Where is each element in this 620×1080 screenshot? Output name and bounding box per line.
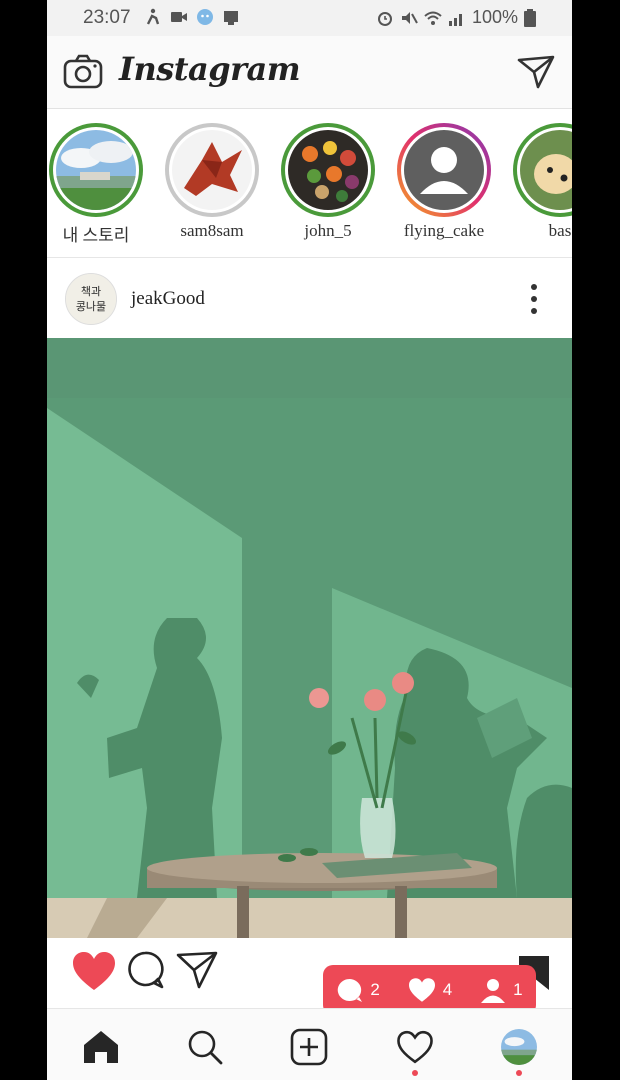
stories-tray[interactable]: 내 스토리 sam8sam john_5 flying_cake bas <box>47 109 572 258</box>
add-post-icon[interactable] <box>289 1027 329 1067</box>
more-options-icon[interactable] <box>526 282 542 316</box>
cast-icon <box>224 11 238 25</box>
story-ring <box>397 123 491 217</box>
comment-bubble-icon <box>338 978 363 1002</box>
app-face-icon <box>197 9 213 25</box>
post-author-avatar[interactable]: 책과 콩나물 <box>65 273 117 325</box>
likes-count: 4 <box>407 977 452 1003</box>
bottom-navigation <box>47 1008 572 1080</box>
svg-text:콩나물: 콩나물 <box>76 300 106 313</box>
status-bar: 23:07 100% <box>47 0 572 36</box>
story-label: 내 스토리 <box>62 226 130 245</box>
story-label: sam8sam <box>180 221 244 240</box>
avatar-logo: 책과 콩나물 <box>66 274 116 324</box>
accessibility-icon <box>146 8 160 25</box>
follows-count-value: 1 <box>513 980 523 999</box>
battery-level: 100% <box>471 7 518 27</box>
post-username[interactable]: jeakGood <box>131 288 205 310</box>
app-header: Instagram <box>47 36 572 109</box>
camera-icon[interactable] <box>63 54 103 90</box>
mute-icon <box>401 11 418 24</box>
status-system-icons: 100% <box>376 7 536 28</box>
story-flying_cake[interactable]: flying_cake <box>389 123 499 241</box>
story-avatar <box>172 130 252 210</box>
story-avatar <box>56 130 136 210</box>
app-frame: 23:07 100% Instagram 내 스토리 sam8sam john_… <box>47 0 572 1080</box>
story-ring <box>281 123 375 217</box>
signal-icon <box>448 13 462 26</box>
story-label: john_5 <box>304 221 352 240</box>
heart-icon[interactable] <box>71 950 117 992</box>
likes-count-value: 4 <box>442 980 453 999</box>
default-avatar-icon <box>404 130 484 210</box>
post-header: 책과 콩나물 jeakGood <box>47 258 572 338</box>
follows-count: 1 <box>479 976 523 1004</box>
direct-send-icon[interactable] <box>516 54 556 90</box>
story-ring <box>165 123 259 217</box>
wifi-icon <box>424 11 442 25</box>
home-icon[interactable] <box>81 1027 121 1067</box>
person-icon <box>481 979 506 1003</box>
story-sam8sam[interactable]: sam8sam <box>157 123 267 241</box>
video-icon <box>171 12 187 22</box>
comment-icon[interactable] <box>125 950 165 990</box>
status-notification-icons <box>144 8 240 26</box>
profile-dot <box>516 1070 522 1076</box>
app-logo: Instagram <box>119 50 301 88</box>
share-icon[interactable] <box>175 950 219 990</box>
story-john_5[interactable]: john_5 <box>273 123 383 241</box>
activity-heart-icon[interactable] <box>395 1027 435 1067</box>
status-time: 23:07 <box>83 7 131 28</box>
svg-text:책과: 책과 <box>81 285 101 298</box>
search-icon[interactable] <box>185 1027 225 1067</box>
story-avatar <box>288 130 368 210</box>
story-ring <box>49 123 143 217</box>
story-label: bas <box>548 221 572 240</box>
comments-count-value: 2 <box>370 980 380 999</box>
story-label: flying_cake <box>403 221 485 240</box>
battery-icon <box>524 8 536 27</box>
post-image[interactable] <box>47 338 572 938</box>
profile-avatar-image <box>501 1029 537 1065</box>
profile-avatar[interactable] <box>501 1029 537 1065</box>
story-bas[interactable]: bas <box>505 123 572 241</box>
like-heart-icon <box>408 978 435 1002</box>
comments-count: 2 <box>336 977 380 1003</box>
activity-dot <box>412 1070 418 1076</box>
story-ring <box>513 123 572 217</box>
post-illustration <box>47 338 572 938</box>
story-my-story[interactable]: 내 스토리 <box>47 123 151 246</box>
alarm-icon <box>377 11 392 26</box>
